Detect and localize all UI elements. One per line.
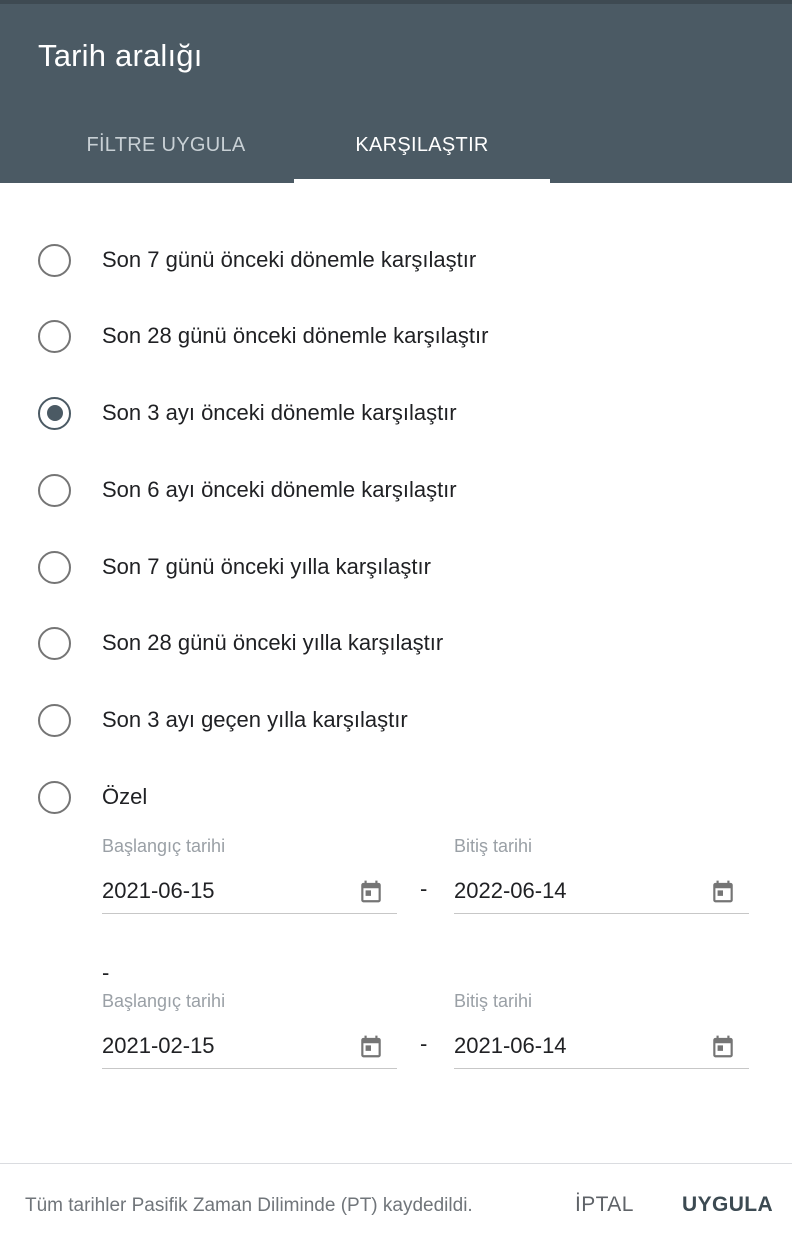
calendar-icon[interactable]: [710, 878, 736, 905]
radio-button[interactable]: [38, 243, 71, 277]
option-last-7-days-previous-year[interactable]: Son 7 günü önceki yılla karşılaştır: [38, 537, 738, 597]
start-date-label: Başlangıç tarihi: [102, 991, 226, 1011]
option-label: Son 6 ayı önceki dönemle karşılaştır: [102, 477, 457, 502]
footer-divider: [0, 1163, 792, 1164]
range-separator-dash: -: [420, 1031, 428, 1056]
option-label: Son 28 günü önceki dönemle karşılaştır: [102, 323, 489, 348]
option-label: Son 7 günü önceki yılla karşılaştır: [102, 554, 431, 579]
tab-compare[interactable]: KARŞILAŞTIR: [294, 100, 550, 183]
option-label: Son 7 günü önceki dönemle karşılaştır: [102, 247, 477, 272]
cancel-button[interactable]: İPTAL: [575, 1193, 634, 1217]
radio-button[interactable]: [38, 473, 71, 507]
option-last-28-days-previous-year[interactable]: Son 28 günü önceki yılla karşılaştır: [38, 613, 738, 673]
radio-button[interactable]: [38, 550, 71, 584]
radio-button[interactable]: [38, 780, 71, 814]
range-separator-dash: -: [420, 876, 428, 901]
option-label: Özel: [102, 784, 148, 809]
end-date-value: 2022-06-14: [454, 877, 567, 903]
end-date-input[interactable]: 2022-06-14: [454, 868, 749, 914]
end-date-label: Bitiş tarihi: [454, 991, 533, 1011]
option-custom[interactable]: Özel: [38, 767, 738, 827]
end-date-label: Bitiş tarihi: [454, 836, 533, 856]
option-last-28-days-previous-period[interactable]: Son 28 günü önceki dönemle karşılaştır: [38, 306, 738, 366]
calendar-icon[interactable]: [710, 1033, 736, 1060]
option-last-6-months-previous-period[interactable]: Son 6 ayı önceki dönemle karşılaştır: [38, 460, 738, 520]
dialog-header: Tarih aralığı FİLTRE UYGULA KARŞILAŞTIR: [0, 0, 792, 183]
calendar-icon[interactable]: [358, 878, 384, 905]
calendar-icon[interactable]: [358, 1033, 384, 1060]
option-label: Son 3 ayı önceki dönemle karşılaştır: [102, 400, 457, 425]
start-date-label: Başlangıç tarihi: [102, 836, 226, 856]
radio-button[interactable]: [38, 703, 71, 737]
option-last-3-months-last-year[interactable]: Son 3 ayı geçen yılla karşılaştır: [38, 690, 738, 750]
active-tab-indicator: [294, 179, 550, 183]
timezone-note: Tüm tarihler Pasifik Zaman Diliminde (PT…: [25, 1195, 473, 1216]
dialog-title: Tarih aralığı: [38, 38, 203, 73]
start-date-value: 2021-06-15: [102, 877, 215, 903]
radio-button[interactable]: [38, 626, 71, 660]
end-date-value: 2021-06-14: [454, 1032, 567, 1058]
end-date-input[interactable]: 2021-06-14: [454, 1023, 749, 1069]
tab-filter[interactable]: FİLTRE UYGULA: [38, 100, 294, 183]
start-date-input[interactable]: 2021-06-15: [102, 868, 397, 914]
ranges-separator-dash: -: [102, 960, 110, 985]
radio-button[interactable]: [38, 319, 71, 353]
radio-button-selected[interactable]: [38, 396, 71, 430]
start-date-value: 2021-02-15: [102, 1032, 215, 1058]
option-last-3-months-previous-period[interactable]: Son 3 ayı önceki dönemle karşılaştır: [38, 383, 738, 443]
radio-dot: [46, 405, 63, 421]
date-range-dialog: Tarih aralığı FİLTRE UYGULA KARŞILAŞTIR …: [0, 0, 792, 1248]
start-date-input[interactable]: 2021-02-15: [102, 1023, 397, 1069]
option-last-7-days-previous-period[interactable]: Son 7 günü önceki dönemle karşılaştır: [38, 230, 738, 290]
option-label: Son 28 günü önceki yılla karşılaştır: [102, 630, 444, 655]
option-label: Son 3 ayı geçen yılla karşılaştır: [102, 707, 408, 732]
apply-button[interactable]: UYGULA: [682, 1193, 773, 1217]
